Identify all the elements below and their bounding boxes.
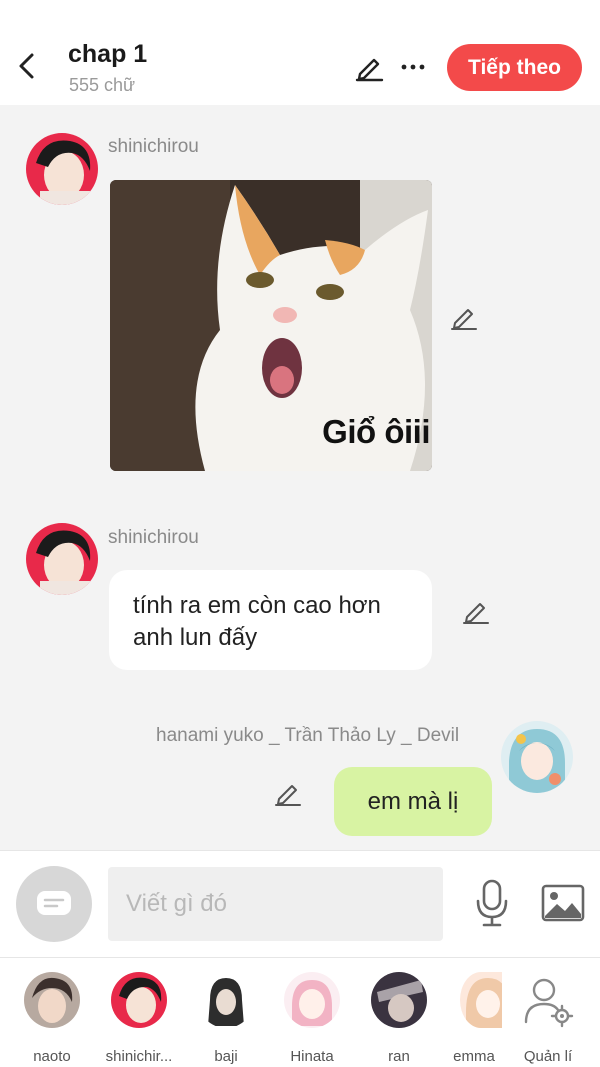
character-roster: naoto shinichir... baji Hinata ran emma … — [0, 957, 600, 1067]
microphone-icon — [476, 879, 508, 927]
sender-name: shinichirou — [108, 136, 199, 157]
pencil-icon — [275, 785, 301, 806]
more-dots-icon — [401, 64, 425, 70]
avatar-image — [24, 972, 80, 1028]
pencil-icon — [451, 309, 477, 330]
chat-area[interactable]: shinichirou Giổ ôiii shinichirou tính ra… — [0, 105, 600, 850]
avatar — [460, 972, 502, 1028]
roster-member[interactable]: ran — [357, 970, 441, 1065]
roster-member-name: emma — [453, 1048, 495, 1062]
roster-member-name: ran — [388, 1048, 410, 1065]
roster-member[interactable]: emma — [446, 970, 502, 1062]
message-input[interactable] — [108, 867, 443, 941]
avatar-image — [26, 133, 98, 205]
avatar — [24, 972, 80, 1028]
composer-bar — [0, 850, 600, 957]
roster-member[interactable]: shinichir... — [97, 970, 181, 1065]
word-count: 555 chữ — [69, 75, 136, 95]
image-message[interactable]: Giổ ôiii — [110, 180, 432, 471]
roster-member[interactable]: Hinata — [270, 970, 354, 1065]
avatar — [284, 972, 340, 1028]
message-bubble-outgoing[interactable]: em mà lị — [334, 767, 492, 836]
avatar — [111, 972, 167, 1028]
avatar-image — [371, 972, 427, 1028]
avatar[interactable] — [501, 721, 573, 793]
message-text-line: anh lun đấy — [133, 624, 258, 651]
roster-member-name: Hinata — [290, 1048, 334, 1065]
sender-name: shinichirou — [108, 527, 199, 548]
roster-member-name: baji — [214, 1048, 238, 1065]
image-picker-button[interactable] — [541, 883, 585, 923]
edit-message-button[interactable] — [450, 303, 478, 331]
avatar[interactable] — [26, 133, 98, 205]
avatar-image — [111, 972, 167, 1028]
user-settings-icon — [524, 978, 574, 1028]
avatar-image — [26, 523, 98, 595]
roster-member-name: naoto — [33, 1048, 71, 1065]
chat-bubble-icon — [37, 891, 71, 915]
message-mode-button[interactable] — [16, 866, 92, 942]
avatar — [371, 972, 427, 1028]
avatar — [198, 972, 254, 1028]
avatar[interactable] — [26, 523, 98, 595]
next-button[interactable]: Tiếp theo — [447, 44, 582, 91]
roster-member[interactable]: baji — [184, 970, 268, 1065]
edit-message-button[interactable] — [274, 779, 302, 807]
page-title: chap 1 — [68, 40, 148, 68]
more-button[interactable] — [398, 52, 428, 82]
sender-name: hanami yuko _ Trần Thảo Ly _ Devil — [156, 725, 460, 746]
manage-icon-wrap — [520, 972, 576, 1028]
edit-chapter-button[interactable] — [354, 52, 384, 82]
avatar-image — [284, 972, 340, 1028]
chevron-left-icon — [19, 53, 34, 79]
image-icon — [541, 884, 585, 922]
roster-manage[interactable]: Quản lí — [506, 970, 590, 1065]
top-bar: chap 1 555 chữ Tiếp theo — [0, 0, 600, 105]
back-button[interactable] — [14, 50, 42, 82]
avatar-image — [501, 721, 573, 793]
roster-member-name: shinichir... — [105, 1048, 173, 1065]
pencil-icon — [463, 603, 489, 624]
pencil-icon — [355, 58, 384, 82]
message-bubble[interactable]: tính ra em còn cao hơn anh lun đấy — [109, 570, 432, 670]
message-text-line: tính ra em còn cao hơn — [133, 592, 381, 619]
roster-member[interactable]: naoto — [10, 970, 94, 1065]
image-caption: Giổ ôiii — [322, 413, 430, 450]
edit-message-button[interactable] — [462, 597, 490, 625]
microphone-button[interactable] — [474, 879, 510, 927]
avatar-image — [460, 972, 502, 1028]
manage-label: Quản lí — [523, 1048, 573, 1065]
avatar-image — [198, 972, 254, 1028]
